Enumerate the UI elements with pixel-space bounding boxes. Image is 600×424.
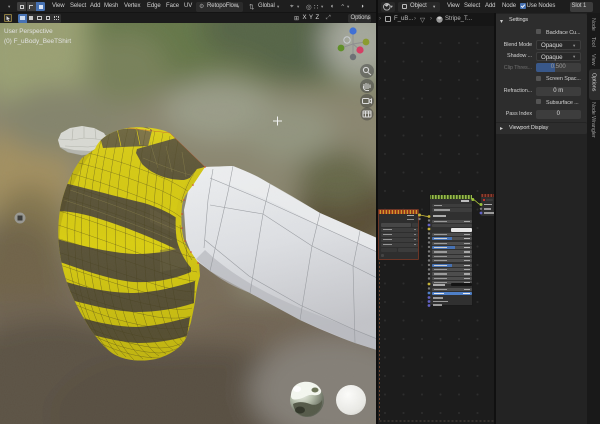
svg-text:(0) F_uBody_BeeTShirt: (0) F_uBody_BeeTShirt bbox=[4, 38, 71, 45]
svg-text:User Perspective: User Perspective bbox=[4, 28, 53, 35]
